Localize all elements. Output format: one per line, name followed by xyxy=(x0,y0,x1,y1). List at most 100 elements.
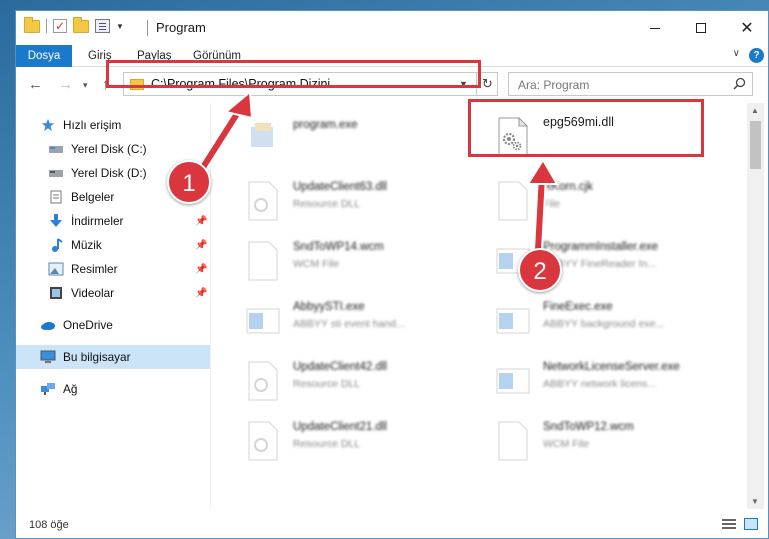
file-type: WCM File xyxy=(293,258,340,270)
drive-icon xyxy=(49,170,63,177)
minimize-icon xyxy=(650,27,660,29)
pin-icon[interactable]: 📌 xyxy=(195,264,207,275)
search-input[interactable]: Ara: Program xyxy=(508,72,753,96)
file-item[interactable]: UpdateClient63.dll Resource DLL xyxy=(219,173,449,225)
network-icon xyxy=(41,383,55,395)
star-icon xyxy=(41,118,55,132)
chevron-down-icon[interactable]: ∨ xyxy=(733,48,740,59)
sidebar-item-videos[interactable]: Videolar 📌 xyxy=(16,281,210,305)
sidebar-item-network[interactable]: Ağ xyxy=(16,377,210,401)
file-item[interactable]: RKorn.cjk File xyxy=(469,173,699,225)
file-icon xyxy=(248,241,278,281)
step-badge-1: 1 xyxy=(167,160,211,204)
file-icon xyxy=(498,421,528,461)
maximize-button[interactable] xyxy=(678,11,724,45)
file-list: program.exe epg569mi.dll UpdateClient63.… xyxy=(211,103,746,509)
file-item[interactable]: ProgrammInstaller.exe ABBYY FineReader I… xyxy=(469,233,699,285)
title-bar: ✓ ▼ Program ✕ xyxy=(16,11,768,45)
file-type: ABBYY background exe... xyxy=(543,318,665,330)
dll-file-icon xyxy=(248,181,278,221)
forward-button[interactable]: → xyxy=(58,76,73,93)
file-item[interactable]: FineExec.exe ABBYY background exe... xyxy=(469,293,699,345)
file-name: RKorn.cjk xyxy=(543,181,593,193)
file-name: UpdateClient42.dll xyxy=(293,361,387,373)
file-name: ProgrammInstaller.exe xyxy=(543,241,659,253)
sidebar-item-this-pc[interactable]: Bu bilgisayar xyxy=(16,345,210,369)
sidebar-item-quick-access[interactable]: Hızlı erişim xyxy=(16,113,210,137)
videos-icon xyxy=(50,287,62,299)
file-item[interactable]: UpdateClient42.dll Resource DLL xyxy=(219,353,449,405)
sidebar-item-onedrive[interactable]: OneDrive xyxy=(16,313,210,337)
file-type: ABBYY network licens... xyxy=(543,378,657,390)
file-name: UpdateClient63.dll xyxy=(293,181,387,193)
tab-file[interactable]: Dosya xyxy=(16,45,72,67)
pictures-icon xyxy=(48,262,64,276)
sidebar-item-label: Müzik xyxy=(71,238,102,252)
maximize-icon xyxy=(696,23,706,33)
pin-icon[interactable]: 📌 xyxy=(195,240,207,251)
file-name: AbbyySTI.exe xyxy=(293,301,365,313)
file-item[interactable]: AbbyySTI.exe ABBYY sti event hand... xyxy=(219,293,449,345)
file-type: File xyxy=(543,198,560,210)
minimize-button[interactable] xyxy=(632,11,678,45)
file-item[interactable]: SndToWP14.wcm WCM File xyxy=(219,233,449,285)
scrollbar-thumb[interactable] xyxy=(750,121,761,169)
sidebar-item-label: Belgeler xyxy=(71,190,115,204)
close-button[interactable]: ✕ xyxy=(724,11,768,45)
file-type: ABBYY sti event hand... xyxy=(293,318,405,330)
dll-file-icon xyxy=(248,421,278,461)
search-placeholder: Ara: Program xyxy=(518,78,590,92)
music-icon xyxy=(52,238,63,252)
pin-icon[interactable]: 📌 xyxy=(195,216,207,227)
file-highlight-box xyxy=(468,99,704,157)
scroll-up-icon[interactable]: ▲ xyxy=(751,106,759,115)
documents-icon xyxy=(50,190,62,204)
properties-icon[interactable] xyxy=(95,19,110,33)
application-icon xyxy=(246,308,280,334)
scroll-down-icon[interactable]: ▼ xyxy=(751,497,759,506)
close-icon: ✕ xyxy=(740,20,754,37)
pin-icon[interactable]: 📌 xyxy=(195,288,207,299)
file-name: SndToWP12.wcm xyxy=(543,421,634,433)
file-type: Resource DLL xyxy=(293,378,361,390)
vertical-scrollbar[interactable]: ▲ ▼ xyxy=(747,103,764,509)
details-view-icon[interactable] xyxy=(722,518,736,530)
new-folder-icon[interactable] xyxy=(73,16,89,33)
checkmark-icon[interactable]: ✓ xyxy=(53,19,67,33)
file-type: WCM File xyxy=(543,438,590,450)
sidebar-item-pictures[interactable]: Resimler 📌 xyxy=(16,257,210,281)
item-count: 108 öğe xyxy=(29,519,69,531)
file-name: program.exe xyxy=(293,119,358,131)
chevron-down-icon[interactable]: ▼ xyxy=(116,22,124,31)
window-title: Program xyxy=(156,20,206,35)
file-item[interactable]: SndToWP12.wcm WCM File xyxy=(469,413,699,465)
large-icons-view-icon[interactable] xyxy=(744,518,758,530)
search-icon[interactable] xyxy=(733,77,746,90)
explorer-window: ✓ ▼ Program ✕ Dosya Giriş Paylaş Görünüm… xyxy=(15,10,769,539)
sidebar-item-label: Yerel Disk (D:) xyxy=(71,166,147,180)
file-name: NetworkLicenseServer.exe xyxy=(543,361,680,373)
sidebar-item-label: Yerel Disk (C:) xyxy=(71,142,147,156)
file-name: FineExec.exe xyxy=(543,301,613,313)
address-highlight-box xyxy=(106,60,481,88)
application-icon xyxy=(496,368,530,394)
file-icon xyxy=(498,181,528,221)
sidebar-item-label: Hızlı erişim xyxy=(63,118,122,132)
file-name: UpdateClient21.dll xyxy=(293,421,387,433)
recent-locations-button[interactable]: ▾ xyxy=(83,80,88,91)
folder-icon xyxy=(24,16,40,33)
status-bar: 108 öğe xyxy=(16,509,768,538)
file-item[interactable]: NetworkLicenseServer.exe ABBYY network l… xyxy=(469,353,699,405)
file-item[interactable]: UpdateClient21.dll Resource DLL xyxy=(219,413,449,465)
file-type: Resource DLL xyxy=(293,438,361,450)
sidebar-item-local-disk-c[interactable]: Yerel Disk (C:) xyxy=(16,137,210,161)
sidebar-item-label: Resimler xyxy=(71,262,118,276)
sidebar-item-downloads[interactable]: İndirmeler 📌 xyxy=(16,209,210,233)
sidebar-item-music[interactable]: Müzik 📌 xyxy=(16,233,210,257)
step-badge-2: 2 xyxy=(518,248,562,292)
file-item[interactable]: program.exe xyxy=(219,109,449,161)
help-icon[interactable]: ? xyxy=(749,48,764,63)
dll-file-icon xyxy=(248,361,278,401)
toolbar-divider xyxy=(46,19,47,33)
back-button[interactable]: ← xyxy=(28,76,43,93)
